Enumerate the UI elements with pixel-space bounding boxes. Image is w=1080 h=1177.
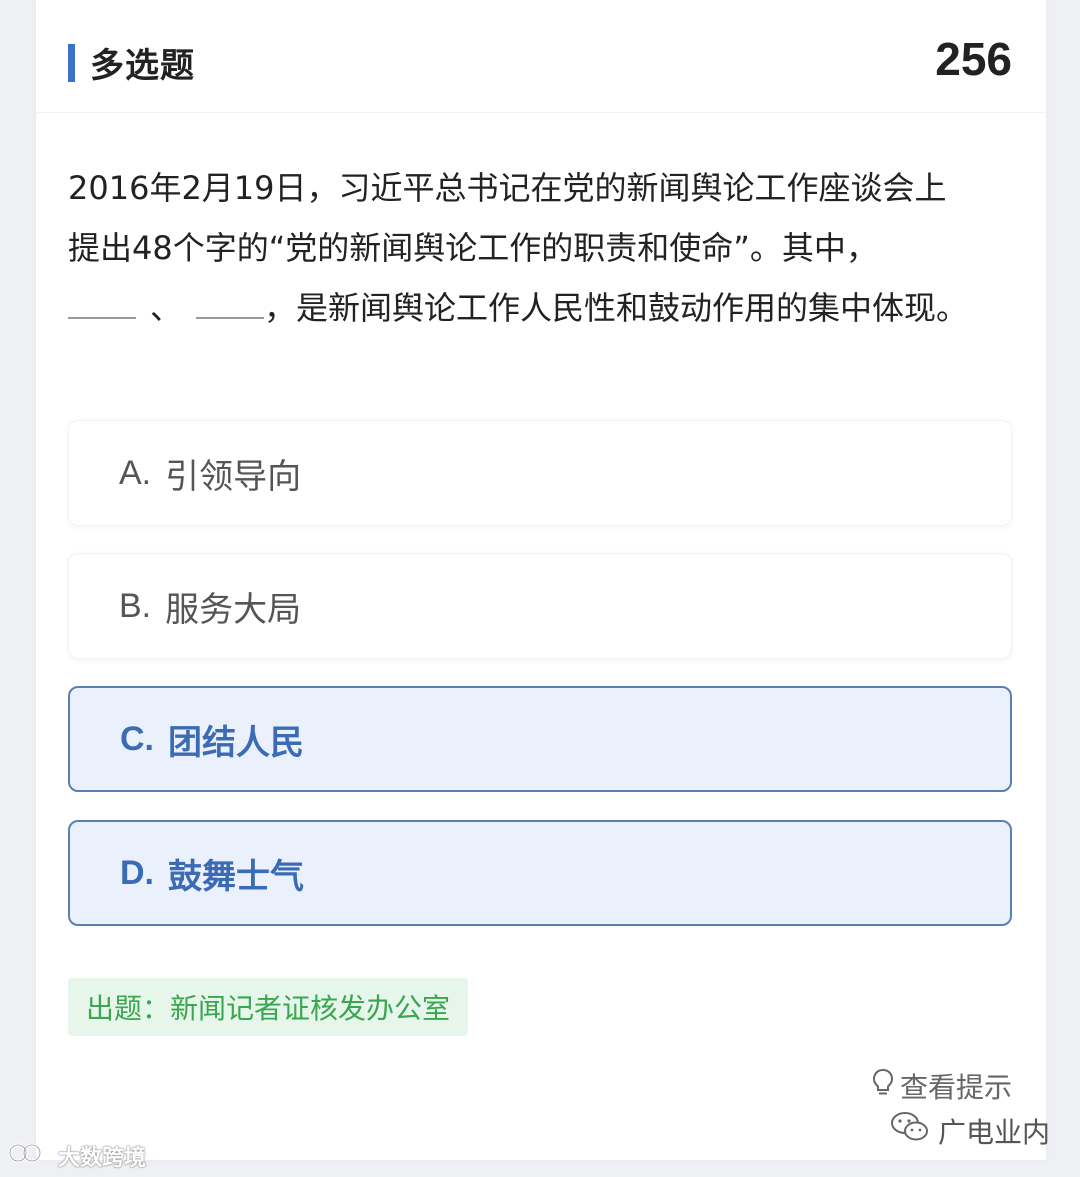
option-letter: A. (119, 453, 152, 492)
blank-separator: 、 (150, 289, 183, 327)
option-label: 鼓舞士气 (168, 856, 304, 897)
answer-blank-1 (68, 289, 136, 319)
hint-label: 查看提示 (899, 1071, 1012, 1104)
watermark-left: 大数跨境 (8, 1140, 146, 1172)
option-d[interactable]: D. 鼓舞士气 (68, 820, 1012, 926)
watermark-right: 广电业内 (890, 1110, 1050, 1151)
question-type-title: 多选题 (90, 46, 195, 86)
option-letter: B. (119, 586, 152, 625)
option-c[interactable]: C. 团结人民 (68, 686, 1012, 792)
wechat-icon (890, 1110, 930, 1151)
question-line-1: 2016年2月19日，习近平总书记在党的新闻舆论工作座谈会上 (68, 169, 947, 207)
question-source-badge: 出题：新闻记者证核发办公室 (68, 978, 469, 1036)
option-letter: D. (120, 853, 154, 892)
question-number: 256 (935, 33, 1012, 85)
logo-icon (8, 1140, 52, 1172)
question-text: 2016年2月19日，习近平总书记在党的新闻舆论工作座谈会上 提出48个字的“党… (68, 158, 1018, 338)
option-label: 团结人民 (168, 722, 304, 763)
watermark-left-text: 大数跨境 (58, 1146, 147, 1171)
lightbulb-icon (872, 1068, 894, 1105)
option-a[interactable]: A. 引领导向 (68, 420, 1012, 526)
view-hint-button[interactable]: 查看提示 (872, 1066, 1012, 1106)
option-b[interactable]: B. 服务大局 (68, 553, 1012, 659)
question-tail: ，是新闻舆论工作人民性和鼓动作用的集中体现。 (264, 289, 969, 327)
question-header: 多选题 256 (36, 0, 1046, 113)
question-card: 多选题 256 2016年2月19日，习近平总书记在党的新闻舆论工作座谈会上 提… (36, 0, 1046, 1160)
option-label: 服务大局 (165, 589, 302, 630)
watermark-right-text: 广电业内 (938, 1115, 1051, 1149)
option-label: 引领导向 (165, 456, 302, 497)
option-letter: C. (120, 719, 154, 758)
title-accent-bar (68, 44, 75, 82)
question-line-2: 提出48个字的“党的新闻舆论工作的职责和使命”。其中， (68, 229, 878, 267)
question-line-3: 、 ，是新闻舆论工作人民性和鼓动作用的集中体现。 (68, 278, 1018, 338)
answer-blank-2 (196, 289, 265, 319)
